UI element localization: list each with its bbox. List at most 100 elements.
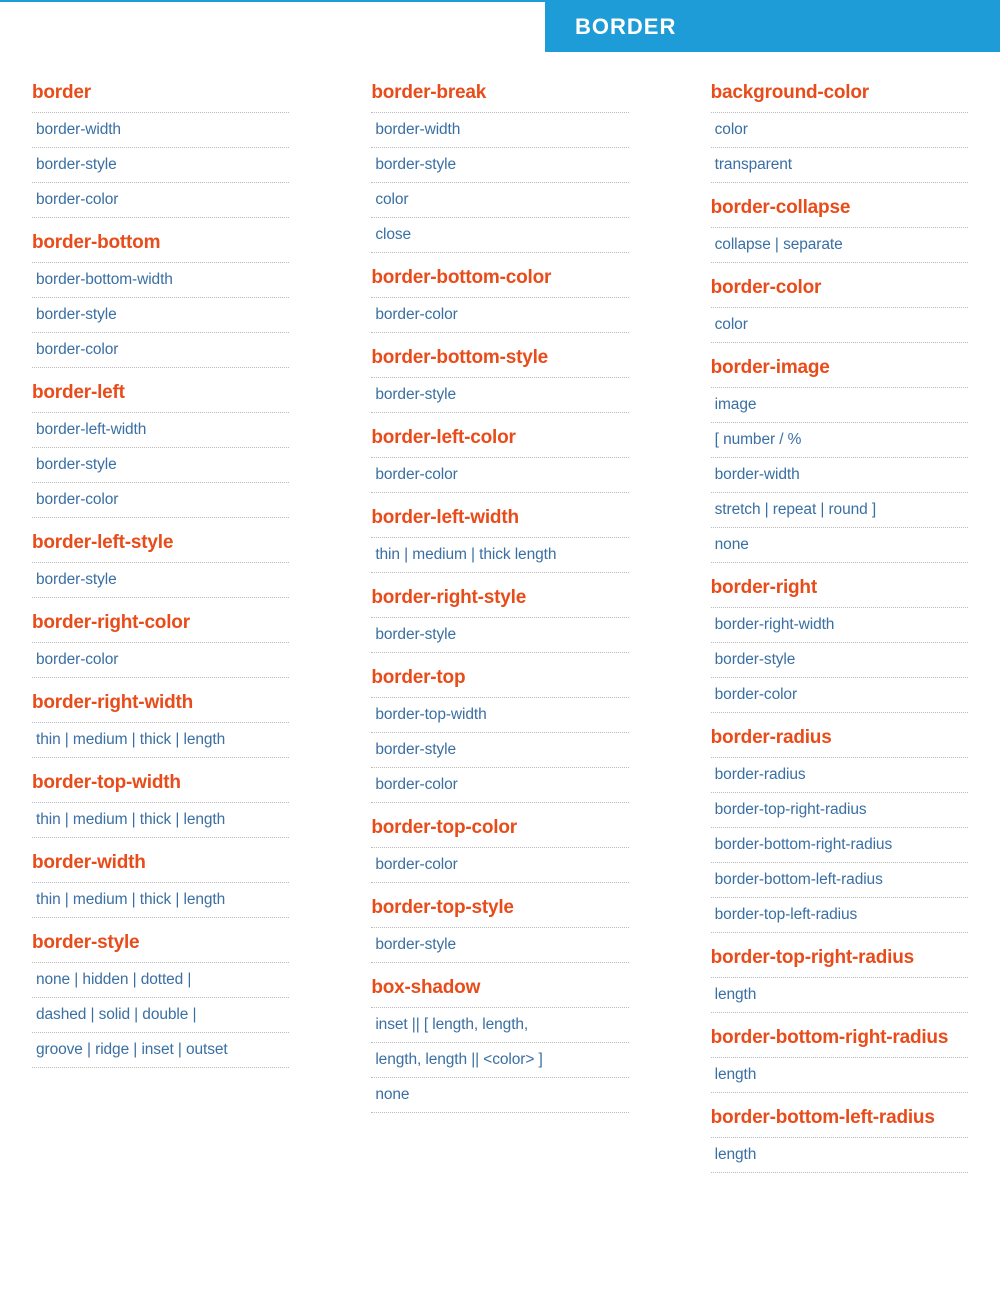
property-group: border-rightborder-right-widthborder-sty… — [711, 563, 968, 713]
property-title: border-left — [32, 368, 289, 413]
property-title: border-left-style — [32, 518, 289, 563]
property-group: border-stylenone | hidden | dotted |dash… — [32, 918, 289, 1068]
property-value: border-color — [32, 333, 289, 368]
property-title: background-color — [711, 82, 968, 113]
property-value: border-bottom-right-radius — [711, 828, 968, 863]
property-value: inset || [ length, length, — [371, 1008, 628, 1043]
property-value: length — [711, 1138, 968, 1173]
property-title: border-bottom-right-radius — [711, 1013, 968, 1058]
property-value: none — [711, 528, 968, 563]
property-value: border-style — [32, 298, 289, 333]
property-value: none — [371, 1078, 628, 1113]
property-group: border-leftborder-left-widthborder-style… — [32, 368, 289, 518]
property-group: border-bottomborder-bottom-widthborder-s… — [32, 218, 289, 368]
page-title: BORDER — [545, 2, 1000, 52]
property-group: border-radiusborder-radiusborder-top-rig… — [711, 713, 968, 933]
property-value: border-top-width — [371, 698, 628, 733]
property-value: [ number / % — [711, 423, 968, 458]
property-value: image — [711, 388, 968, 423]
property-value: border-color — [32, 483, 289, 518]
column-3: background-colorcolortransparentborder-c… — [711, 82, 968, 1173]
property-value: border-style — [711, 643, 968, 678]
property-value: border-style — [371, 378, 628, 413]
property-value: thin | medium | thick length — [371, 538, 628, 573]
property-title: border-right-color — [32, 598, 289, 643]
property-value: transparent — [711, 148, 968, 183]
property-value: border-bottom-left-radius — [711, 863, 968, 898]
property-group: border-widththin | medium | thick | leng… — [32, 838, 289, 918]
property-title: border-right-style — [371, 573, 628, 618]
property-title: border-right — [711, 563, 968, 608]
property-value: border-color — [371, 458, 628, 493]
property-group: border-colorcolor — [711, 263, 968, 343]
property-value: thin | medium | thick | length — [32, 723, 289, 758]
property-value: border-width — [32, 113, 289, 148]
property-value: border-color — [32, 183, 289, 218]
property-group: border-bottom-left-radiuslength — [711, 1093, 968, 1173]
property-group: border-top-colorborder-color — [371, 803, 628, 883]
property-value: close — [371, 218, 628, 253]
property-title: border-left-color — [371, 413, 628, 458]
property-group: background-colorcolortransparent — [711, 82, 968, 183]
property-title: border — [32, 82, 289, 113]
property-value: border-style — [371, 618, 628, 653]
property-value: border-style — [371, 928, 628, 963]
property-value: border-color — [371, 768, 628, 803]
property-title: box-shadow — [371, 963, 628, 1008]
property-group: border-right-widththin | medium | thick … — [32, 678, 289, 758]
property-title: border-bottom-left-radius — [711, 1093, 968, 1138]
property-title: border-top-style — [371, 883, 628, 928]
property-group: box-shadowinset || [ length, length,leng… — [371, 963, 628, 1113]
property-title: border-bottom-color — [371, 253, 628, 298]
property-title: border-width — [32, 838, 289, 883]
property-title: border-color — [711, 263, 968, 308]
property-group: border-topborder-top-widthborder-stylebo… — [371, 653, 628, 803]
property-value: border-width — [371, 113, 628, 148]
property-value: collapse | separate — [711, 228, 968, 263]
property-value: border-top-right-radius — [711, 793, 968, 828]
property-group: border-bottom-styleborder-style — [371, 333, 628, 413]
property-value: dashed | solid | double | — [32, 998, 289, 1033]
property-value: length, length || <color> ] — [371, 1043, 628, 1078]
property-group: border-top-widththin | medium | thick | … — [32, 758, 289, 838]
property-group: border-left-colorborder-color — [371, 413, 628, 493]
property-title: border-right-width — [32, 678, 289, 723]
property-value: border-color — [371, 298, 628, 333]
property-group: border-left-widththin | medium | thick l… — [371, 493, 628, 573]
property-value: length — [711, 978, 968, 1013]
property-group: border-imageimage[ number / %border-widt… — [711, 343, 968, 563]
property-title: border-top-right-radius — [711, 933, 968, 978]
property-group: border-right-styleborder-style — [371, 573, 628, 653]
property-value: border-style — [32, 563, 289, 598]
property-value: border-style — [32, 148, 289, 183]
content-area: borderborder-widthborder-styleborder-col… — [0, 52, 1000, 1213]
property-value: border-radius — [711, 758, 968, 793]
property-value: border-style — [371, 733, 628, 768]
property-title: border-image — [711, 343, 968, 388]
property-title: border-top — [371, 653, 628, 698]
property-value: thin | medium | thick | length — [32, 803, 289, 838]
property-value: border-style — [371, 148, 628, 183]
property-group: border-left-styleborder-style — [32, 518, 289, 598]
property-title: border-top-color — [371, 803, 628, 848]
property-group: border-top-styleborder-style — [371, 883, 628, 963]
property-value: color — [711, 308, 968, 343]
property-group: border-breakborder-widthborder-stylecolo… — [371, 82, 628, 253]
header-bar: BORDER — [0, 0, 1000, 52]
property-value: border-color — [711, 678, 968, 713]
property-value: color — [711, 113, 968, 148]
property-value: thin | medium | thick | length — [32, 883, 289, 918]
property-group: border-bottom-colorborder-color — [371, 253, 628, 333]
property-title: border-break — [371, 82, 628, 113]
property-title: border-bottom — [32, 218, 289, 263]
property-group: borderborder-widthborder-styleborder-col… — [32, 82, 289, 218]
property-group: border-bottom-right-radiuslength — [711, 1013, 968, 1093]
property-value: length — [711, 1058, 968, 1093]
property-title: border-collapse — [711, 183, 968, 228]
property-value: border-right-width — [711, 608, 968, 643]
property-value: border-style — [32, 448, 289, 483]
property-value: color — [371, 183, 628, 218]
property-value: border-top-left-radius — [711, 898, 968, 933]
property-value: border-left-width — [32, 413, 289, 448]
property-value: border-color — [32, 643, 289, 678]
